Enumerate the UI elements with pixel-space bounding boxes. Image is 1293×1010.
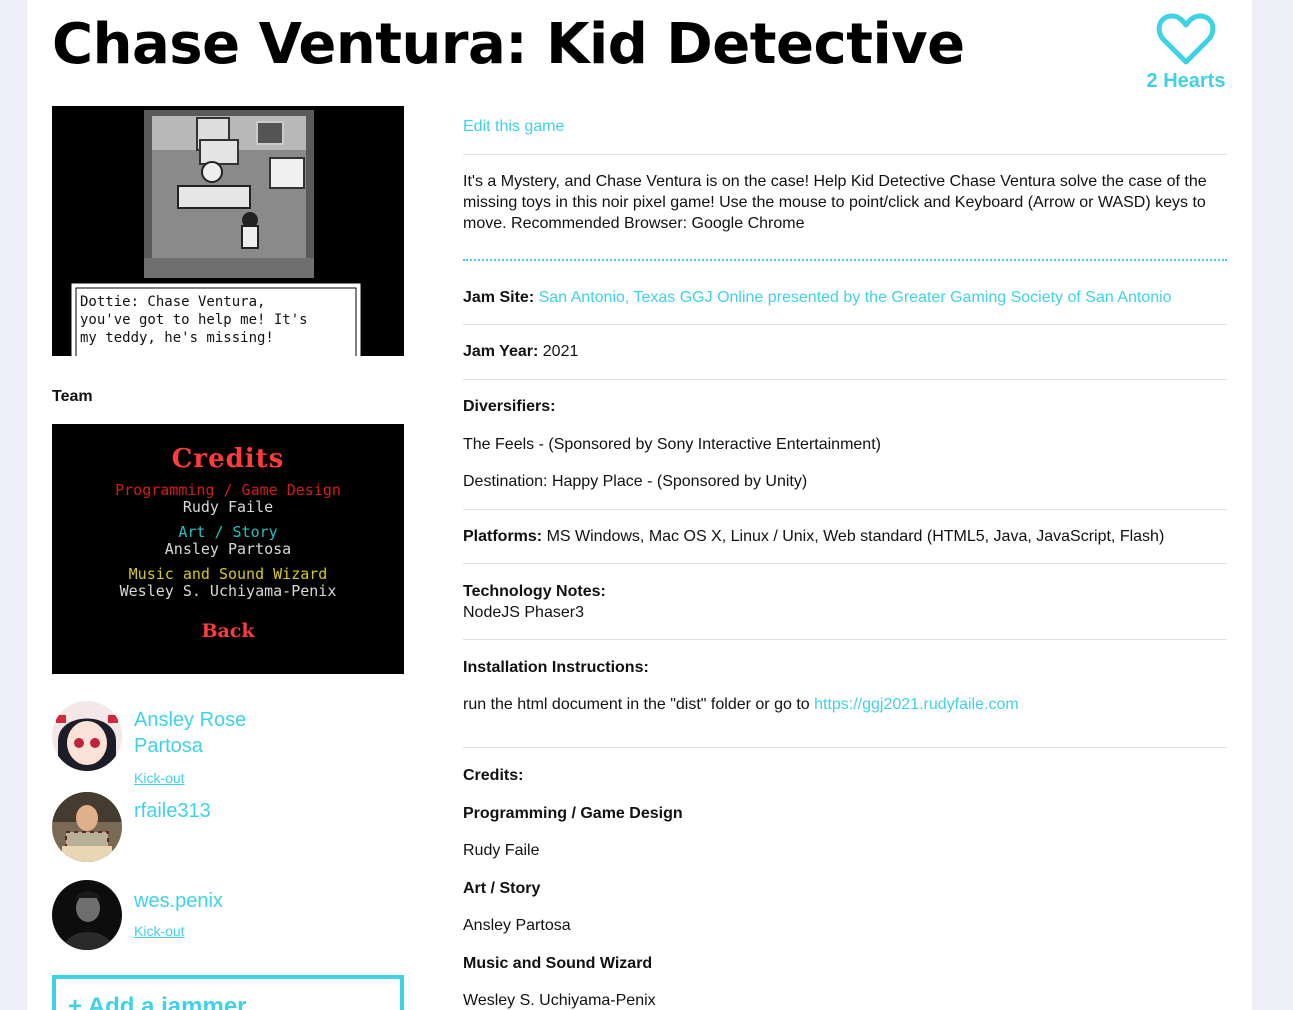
installation-text: run the html document in the "dist" fold… [463, 696, 810, 713]
kick-out-link[interactable]: Kick-out [134, 923, 185, 939]
jam-year-label: Jam Year: [463, 343, 539, 360]
game-title: Chase Ventura: Kid Detective [52, 12, 965, 77]
divider [463, 379, 1227, 380]
credits-screen-name: Ansley Partosa [164, 540, 292, 558]
team-member: wes.penix Kick-out [52, 880, 402, 955]
jam-site-label: Jam Site: [463, 289, 535, 306]
platforms-value: MS Windows, Mac OS X, Linux / Unix, Web … [546, 528, 1165, 545]
credits-screen-role: Programming / Game Design [115, 481, 341, 499]
credits-screen-role: Art / Story [178, 523, 278, 541]
hearts-widget[interactable]: 2 Hearts [1140, 12, 1232, 93]
avatar[interactable] [52, 701, 122, 771]
technology-label: Technology Notes: [463, 583, 606, 600]
member-name-link[interactable]: Ansley Rose Partosa [134, 707, 294, 759]
jam-year-value: 2021 [542, 343, 579, 360]
installation-row: run the html document in the "dist" fold… [463, 694, 1227, 715]
jam-site-row: Jam Site: San Antonio, Texas GGJ Online … [463, 287, 1227, 308]
divider [463, 509, 1227, 510]
credit-name: Ansley Partosa [463, 917, 571, 934]
credits-screen-name: Rudy Faile [182, 498, 274, 516]
game-description: It's a Mystery, and Chase Ventura is on … [463, 173, 1207, 232]
divider [463, 259, 1227, 261]
jam-site-link[interactable]: San Antonio, Texas GGJ Online presented … [539, 289, 1172, 306]
diversifier-item: The Feels - (Sponsored by Sony Interacti… [463, 436, 881, 453]
credits-screen-back: Back [201, 620, 255, 642]
add-jammer-button[interactable]: + Add a jammer [52, 975, 404, 1010]
heart-icon[interactable] [1156, 12, 1216, 66]
room-scene-image: Dottie: Chase Ventura, you've got to hel… [52, 106, 404, 356]
diversifier-item: Destination: Happy Place - (Sponsored by… [463, 473, 808, 490]
credits-screen-name: Wesley S. Uchiyama-Penix [119, 582, 337, 600]
kick-out-link[interactable]: Kick-out [134, 770, 185, 786]
technology-value: NodeJS Phaser3 [463, 604, 584, 621]
credits-label: Credits: [463, 767, 524, 784]
avatar[interactable] [52, 792, 122, 862]
member-name-link[interactable]: wes.penix [134, 888, 294, 914]
team-label: Team [52, 388, 93, 405]
installation-link[interactable]: https://ggj2021.rudyfaile.com [814, 696, 1019, 713]
divider [463, 563, 1227, 564]
platforms-row: Platforms: MS Windows, Mac OS X, Linux /… [463, 526, 1227, 547]
edit-game-link[interactable]: Edit this game [463, 116, 1227, 137]
member-name-link[interactable]: rfaile313 [134, 798, 294, 824]
divider [463, 639, 1227, 640]
platforms-label: Platforms: [463, 528, 543, 545]
credit-role: Music and Sound Wizard [463, 955, 653, 972]
divider [463, 154, 1227, 155]
team-member: rfaile313 [52, 792, 402, 867]
credit-name: Rudy Faile [463, 842, 540, 859]
diversifiers-label: Diversifiers: [463, 398, 556, 415]
hearts-count: 2 Hearts [1146, 70, 1226, 92]
divider [463, 324, 1227, 325]
game-screenshot-2[interactable]: Credits Programming / Game Design Rudy F… [52, 424, 404, 674]
avatar[interactable] [52, 880, 122, 950]
credit-name: Wesley S. Uchiyama-Penix [463, 992, 656, 1009]
team-member: Ansley Rose Partosa Kick-out [52, 701, 402, 791]
credit-role: Programming / Game Design [463, 805, 683, 822]
credit-role: Art / Story [463, 880, 541, 897]
credits-screen-title: Credits [171, 444, 285, 474]
installation-label: Installation Instructions: [463, 659, 649, 676]
credits-screen-role: Music and Sound Wizard [128, 565, 328, 583]
game-screenshot-1[interactable]: Dottie: Chase Ventura, you've got to hel… [52, 106, 404, 356]
svg-text:Dottie: Chase Ventura,: Dottie: Chase Ventura, [80, 294, 265, 310]
svg-text:you've got to help me! It's: you've got to help me! It's [80, 312, 308, 328]
svg-text:my teddy, he's missing!: my teddy, he's missing! [80, 330, 274, 346]
jam-year-row: Jam Year: 2021 [463, 341, 1227, 362]
divider [463, 747, 1227, 748]
